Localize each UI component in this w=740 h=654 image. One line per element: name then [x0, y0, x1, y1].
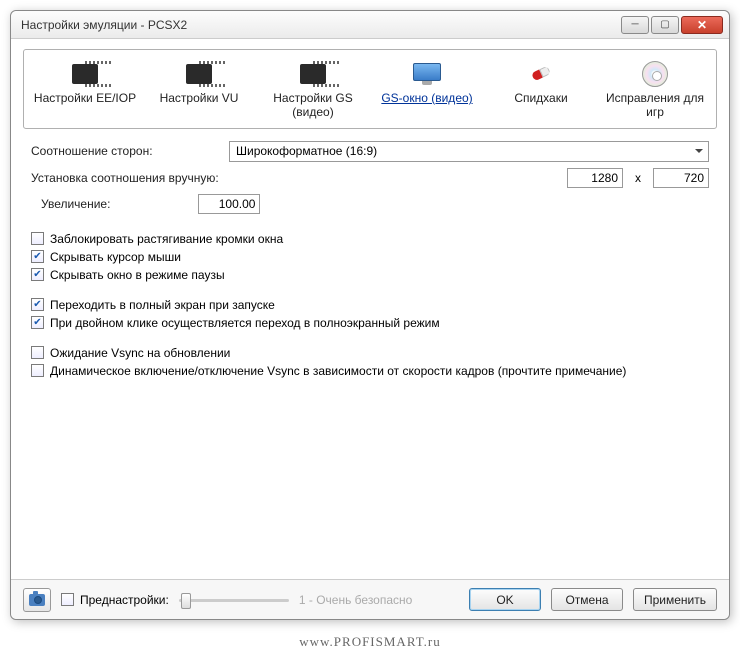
- checkbox-icon: [31, 268, 44, 281]
- disc-icon: [642, 61, 668, 87]
- check-hide-cursor-row[interactable]: Скрывать курсор мыши: [31, 250, 709, 264]
- tab-speedhacks[interactable]: Спидхаки: [484, 56, 598, 122]
- window-title: Настройки эмуляции - PCSX2: [21, 18, 187, 32]
- check-vsync-wait-row[interactable]: Ожидание Vsync на обновлении: [31, 346, 709, 360]
- content-area: Настройки EE/IOP Настройки VU Настройки …: [11, 39, 729, 392]
- check-label: Скрывать курсор мыши: [50, 250, 181, 264]
- monitor-icon: [413, 63, 441, 85]
- tab-gs-video[interactable]: Настройки GS (видео): [256, 56, 370, 122]
- check-hide-pause-row[interactable]: Скрывать окно в режиме паузы: [31, 268, 709, 282]
- camera-icon: [29, 594, 45, 606]
- zoom-label: Увеличение:: [31, 197, 110, 211]
- tab-bar: Настройки EE/IOP Настройки VU Настройки …: [23, 49, 717, 129]
- tab-gamefixes[interactable]: Исправления для игр: [598, 56, 712, 122]
- aspect-ratio-select[interactable]: Широкоформатное (16:9): [229, 141, 709, 162]
- check-label: Заблокировать растягивание кромки окна: [50, 232, 283, 246]
- manual-height-input[interactable]: 720: [653, 168, 709, 188]
- checkbox-icon: [31, 232, 44, 245]
- checkbox-icon: [31, 346, 44, 359]
- manual-width-input[interactable]: 1280: [567, 168, 623, 188]
- watermark: www.PROFISMART.ru: [0, 634, 740, 650]
- cancel-button[interactable]: Отмена: [551, 588, 623, 611]
- tab-gs-window[interactable]: GS-окно (видео): [370, 56, 484, 122]
- pill-icon: [529, 62, 553, 86]
- chip-icon: [186, 64, 212, 84]
- form-panel: Соотношение сторон: Широкоформатное (16:…: [23, 141, 717, 378]
- checkbox-icon: [61, 593, 74, 606]
- check-vsync-dynamic-row[interactable]: Динамическое включение/отключение Vsync …: [31, 364, 709, 378]
- check-dblclick-full-row[interactable]: При двойном клике осуществляется переход…: [31, 316, 709, 330]
- settings-window: Настройки эмуляции - PCSX2 ─ ▢ ✕ Настрой…: [10, 10, 730, 620]
- checkbox-icon: [31, 298, 44, 311]
- manual-aspect-label: Установка соотношения вручную:: [31, 171, 221, 185]
- checkbox-icon: [31, 250, 44, 263]
- check-label: Скрывать окно в режиме паузы: [50, 268, 225, 282]
- window-buttons: ─ ▢ ✕: [621, 16, 723, 34]
- presets-slider[interactable]: [179, 591, 289, 609]
- footer: Преднастройки: 1 - Очень безопасно OK От…: [11, 579, 729, 619]
- tab-ee-iop[interactable]: Настройки EE/IOP: [28, 56, 142, 122]
- screenshot-button[interactable]: [23, 588, 51, 612]
- presets-label: Преднастройки:: [80, 593, 169, 607]
- close-button[interactable]: ✕: [681, 16, 723, 34]
- check-label: Динамическое включение/отключение Vsync …: [50, 364, 626, 378]
- presets-slider-text: 1 - Очень безопасно: [299, 593, 412, 607]
- maximize-button[interactable]: ▢: [651, 16, 679, 34]
- zoom-input[interactable]: 100.00: [198, 194, 260, 214]
- dimension-separator: x: [635, 171, 641, 185]
- checkbox-icon: [31, 364, 44, 377]
- check-fullscreen-start-row[interactable]: Переходить в полный экран при запуске: [31, 298, 709, 312]
- chip-icon: [72, 64, 98, 84]
- titlebar[interactable]: Настройки эмуляции - PCSX2 ─ ▢ ✕: [11, 11, 729, 39]
- check-lock-resize-row[interactable]: Заблокировать растягивание кромки окна: [31, 232, 709, 246]
- check-label: Переходить в полный экран при запуске: [50, 298, 275, 312]
- apply-button[interactable]: Применить: [633, 588, 717, 611]
- check-label: Ожидание Vsync на обновлении: [50, 346, 230, 360]
- minimize-button[interactable]: ─: [621, 16, 649, 34]
- checkbox-icon: [31, 316, 44, 329]
- check-label: При двойном клике осуществляется переход…: [50, 316, 440, 330]
- tab-vu[interactable]: Настройки VU: [142, 56, 256, 122]
- ok-button[interactable]: OK: [469, 588, 541, 611]
- aspect-ratio-value: Широкоформатное (16:9): [236, 144, 377, 158]
- chip-icon: [300, 64, 326, 84]
- presets-toggle[interactable]: Преднастройки:: [61, 593, 169, 607]
- aspect-ratio-label: Соотношение сторон:: [31, 144, 221, 158]
